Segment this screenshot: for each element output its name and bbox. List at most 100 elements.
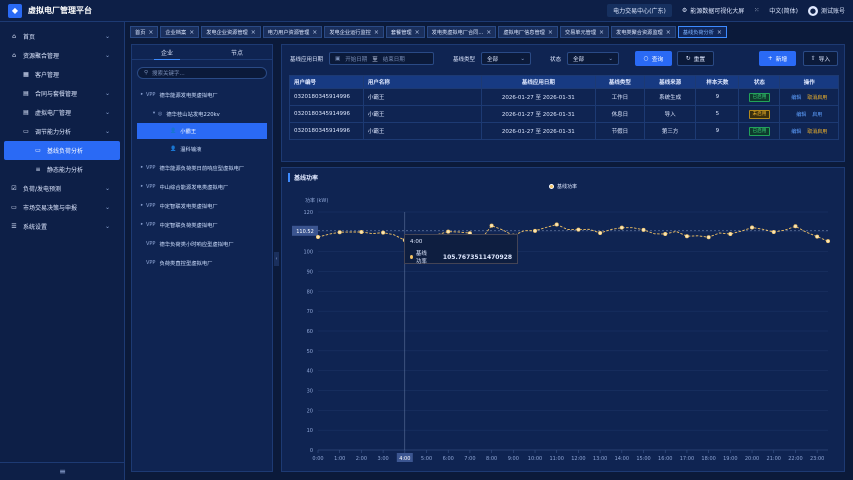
tab-9[interactable]: 发电类聚合资源监理 × bbox=[611, 26, 676, 38]
close-icon[interactable]: × bbox=[148, 29, 153, 36]
org-selector[interactable]: 电力交易中心(广东) bbox=[607, 4, 672, 17]
tab-10[interactable]: 基线负荷分析 × bbox=[677, 26, 727, 38]
data-point[interactable] bbox=[359, 230, 364, 235]
sidebar-item-6[interactable]: ▭ 基线负荷分析 bbox=[4, 141, 120, 160]
data-point[interactable] bbox=[337, 230, 342, 235]
caret-icon[interactable]: ▸ bbox=[138, 165, 146, 170]
sidebar-item-4[interactable]: ▤ 虚拟电厂管理 ⌄ bbox=[0, 103, 124, 122]
close-icon[interactable]: × bbox=[251, 29, 256, 36]
sidebar-collapse-button[interactable]: ≡ bbox=[0, 462, 125, 480]
caret-icon[interactable]: ▸ bbox=[138, 184, 146, 189]
tree-node[interactable]: ▸ VPP 中定智联负荷类虚拟电厂 bbox=[132, 215, 272, 234]
edit-link[interactable]: 编辑 bbox=[791, 95, 801, 101]
tree-node[interactable]: ▾ ◎ 德华桂山站发电220kv bbox=[132, 104, 272, 123]
caret-icon[interactable]: ▸ bbox=[138, 222, 146, 227]
close-icon[interactable]: × bbox=[717, 29, 722, 36]
close-icon[interactable]: × bbox=[486, 29, 491, 36]
close-icon[interactable]: × bbox=[374, 29, 379, 36]
tab-7[interactable]: 虚拟电厂信息管理 × bbox=[498, 26, 558, 38]
data-point[interactable] bbox=[684, 234, 689, 239]
tab-0[interactable]: 首页 × bbox=[130, 26, 159, 38]
panel-collapse-handle[interactable]: ‹ bbox=[274, 252, 279, 266]
type-select[interactable]: 全部 ⌄ bbox=[481, 52, 532, 65]
tab-8[interactable]: 交易单元管理 × bbox=[559, 26, 610, 38]
data-point[interactable] bbox=[793, 224, 798, 229]
tree-node[interactable]: 👤 小霸王 bbox=[137, 123, 267, 139]
tree-node[interactable]: VPP 负荷类直控型虚拟电厂 bbox=[132, 253, 272, 272]
data-point[interactable] bbox=[750, 225, 755, 230]
data-point[interactable] bbox=[489, 223, 494, 228]
sidebar-item-1[interactable]: ⌂ 资源聚合管理 ⌄ bbox=[0, 46, 124, 65]
sidebar-item-0[interactable]: ⌂ 首页 ⌄ bbox=[0, 27, 124, 46]
close-icon[interactable]: × bbox=[415, 29, 420, 36]
query-button[interactable]: ○ 查询 bbox=[635, 51, 672, 66]
reset-button[interactable]: ↻ 重置 bbox=[677, 51, 714, 66]
tab-1[interactable]: 企业档案 × bbox=[160, 26, 200, 38]
close-icon[interactable]: × bbox=[189, 29, 194, 36]
sidebar-item-7[interactable]: ≡ 静态能力分析 bbox=[0, 160, 124, 179]
sidebar-item-2[interactable]: ▦ 客户管理 bbox=[0, 65, 124, 84]
sidebar-item-10[interactable]: ☰ 系统设置 ⌄ bbox=[0, 217, 124, 236]
close-icon[interactable]: × bbox=[666, 29, 671, 36]
data-point[interactable] bbox=[554, 222, 559, 227]
sidebar-item-9[interactable]: ▭ 市场交易决策与申报 ⌄ bbox=[0, 198, 124, 217]
data-point[interactable] bbox=[576, 227, 581, 232]
add-button[interactable]: + 新增 bbox=[759, 51, 796, 66]
table-row[interactable]: 0320180345914996 小霸王 2026-01-27 至 2026-01-… bbox=[289, 122, 839, 140]
tree-node[interactable]: 👤 温科输液 bbox=[132, 139, 272, 158]
tab-6[interactable]: 发电类虚拟电厂合同... × bbox=[426, 26, 497, 38]
close-icon[interactable]: × bbox=[599, 29, 604, 36]
data-point[interactable] bbox=[641, 227, 646, 232]
data-point[interactable] bbox=[446, 229, 451, 234]
toggle-enable-link[interactable]: 取消启用 bbox=[807, 95, 827, 101]
tab-2[interactable]: 发电企业资源管理 × bbox=[201, 26, 261, 38]
data-point[interactable] bbox=[815, 234, 820, 239]
monitor-icon: ▭ bbox=[23, 128, 29, 135]
tree-tab-node[interactable]: 节点 bbox=[202, 45, 272, 59]
data-point[interactable] bbox=[315, 234, 320, 239]
sidebar-item-3[interactable]: ▤ 合同与套餐管理 ⌄ bbox=[0, 84, 124, 103]
tree-node[interactable]: ▸ VPP 中山综合能源发电类虚拟电厂 bbox=[132, 177, 272, 196]
tab-3[interactable]: 电力用户资源管理 × bbox=[262, 26, 323, 38]
data-viz-link[interactable]: ⚙ 能源数据可视化大屏 bbox=[682, 6, 744, 15]
tree-node[interactable]: ▸ VPP 中定智联发电类虚拟电厂 bbox=[132, 196, 272, 215]
baseline-line-chart[interactable]: 功率 (kW)01020304050607080901001101200:001… bbox=[282, 168, 844, 471]
table-row[interactable]: 0320180345914996 小霸王 2026-01-27 至 2026-01-… bbox=[289, 105, 839, 123]
import-button[interactable]: ⇧ 导入 bbox=[803, 51, 838, 66]
close-icon[interactable]: × bbox=[548, 29, 553, 36]
data-point[interactable] bbox=[598, 231, 603, 236]
date-range-picker[interactable]: ▣ 开始日期 至 结束日期 bbox=[329, 52, 435, 65]
language-selector[interactable]: 中文(简体) bbox=[769, 6, 798, 15]
tree-node[interactable]: ▸ VPP 德华能源发电类虚拟电厂 bbox=[132, 85, 272, 104]
data-point[interactable] bbox=[825, 239, 830, 244]
tree-node[interactable]: ▸ VPP 德华能源负荷类日前响应型虚拟电厂 bbox=[132, 158, 272, 177]
close-icon[interactable]: × bbox=[312, 29, 317, 36]
edit-link[interactable]: 编辑 bbox=[796, 112, 806, 118]
data-point[interactable] bbox=[771, 230, 776, 235]
status-select[interactable]: 全部 ⌄ bbox=[567, 52, 620, 65]
tree-search-input[interactable]: ⚲ 搜索关键字... bbox=[137, 67, 267, 79]
data-point[interactable] bbox=[706, 235, 711, 240]
data-point[interactable] bbox=[381, 230, 386, 235]
cell-dates: 2026-01-27 至 2026-01-31 bbox=[480, 88, 596, 106]
tree-tab-enterprise[interactable]: 企业 bbox=[132, 45, 202, 60]
tab-4[interactable]: 发电企业运行监控 × bbox=[324, 26, 384, 38]
toggle-enable-link[interactable]: 启用 bbox=[812, 112, 822, 118]
sidebar-item-8[interactable]: ☑ 负荷/发电预测 ⌄ bbox=[0, 179, 124, 198]
caret-icon[interactable]: ▸ bbox=[138, 203, 146, 208]
toggle-enable-link[interactable]: 取消启用 bbox=[807, 129, 827, 135]
caret-icon[interactable]: ▸ bbox=[138, 92, 146, 97]
caret-icon[interactable]: ▾ bbox=[150, 111, 158, 116]
data-point[interactable] bbox=[728, 232, 733, 237]
table-row[interactable]: 0320180345914996 小霸王 2026-01-27 至 2026-01-… bbox=[289, 88, 839, 106]
tab-5[interactable]: 套餐管理 × bbox=[385, 26, 425, 38]
edit-link[interactable]: 编辑 bbox=[791, 129, 801, 135]
user-menu[interactable]: ● 测试账号 bbox=[807, 5, 845, 16]
tree-node[interactable]: VPP 德华负荷类小时响应型虚拟电厂 bbox=[132, 234, 272, 253]
cell-dates: 2026-01-27 至 2026-01-31 bbox=[480, 105, 596, 123]
sidebar-item-5[interactable]: ▭ 调节能力分析 ⌄ bbox=[0, 122, 124, 141]
data-point[interactable] bbox=[663, 232, 668, 237]
data-point[interactable] bbox=[533, 228, 538, 233]
grid-menu-icon[interactable]: ⁙ bbox=[754, 7, 759, 14]
data-point[interactable] bbox=[619, 225, 624, 230]
